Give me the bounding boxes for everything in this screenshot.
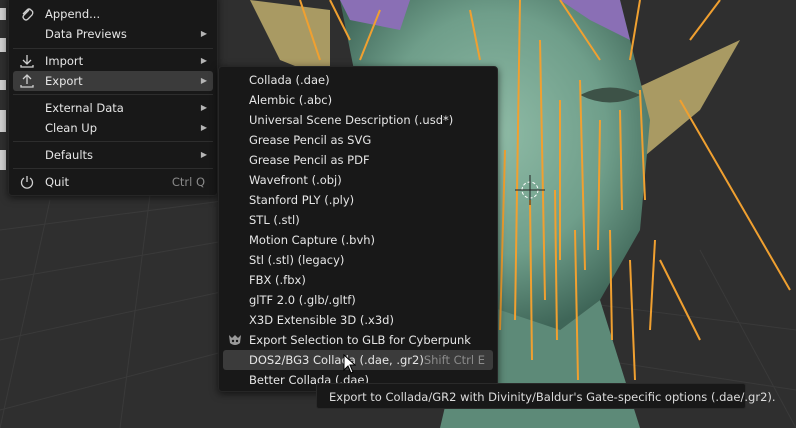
menu-item-label: Grease Pencil as SVG: [249, 133, 372, 147]
menu-item-import[interactable]: Import ▶: [13, 51, 213, 71]
menu-item-quit[interactable]: Quit Ctrl Q: [13, 172, 213, 192]
menu-item-clean-up[interactable]: Clean Up ▶: [13, 118, 213, 138]
menu-item-label: Motion Capture (.bvh): [249, 233, 376, 247]
menu-item-label: DOS2/BG3 Collada (.dae, .gr2): [249, 353, 424, 367]
submenu-arrow-icon: ▶: [200, 76, 207, 85]
menu-item-label: glTF 2.0 (.glb/.gltf): [249, 293, 356, 307]
menu-separator: [13, 48, 213, 49]
menu-item-label: Quit: [45, 175, 70, 189]
export-item-gp-svg[interactable]: Grease Pencil as SVG: [223, 130, 493, 150]
menu-item-label: Clean Up: [45, 121, 98, 135]
export-item-usd[interactable]: Universal Scene Description (.usd*): [223, 110, 493, 130]
export-item-dos2-bg3-collada[interactable]: DOS2/BG3 Collada (.dae, .gr2) Shift Ctrl…: [223, 350, 493, 370]
export-item-obj[interactable]: Wavefront (.obj): [223, 170, 493, 190]
menu-separator: [13, 141, 213, 142]
shortcut-label: Ctrl Q: [171, 175, 205, 189]
export-item-stl-legacy[interactable]: Stl (.stl) (legacy): [223, 250, 493, 270]
export-item-cyberpunk-glb[interactable]: Export Selection to GLB for Cyberpunk: [223, 330, 493, 350]
menu-item-label: Wavefront (.obj): [249, 173, 342, 187]
import-icon: [19, 53, 35, 69]
menu-item-export[interactable]: Export ▶: [13, 71, 213, 91]
menu-item-label: X3D Extensible 3D (.x3d): [249, 313, 394, 327]
menu-separator: [13, 168, 213, 169]
export-item-gp-pdf[interactable]: Grease Pencil as PDF: [223, 150, 493, 170]
menu-item-label: FBX (.fbx): [249, 273, 306, 287]
power-icon: [19, 174, 35, 190]
tooltip: Export to Collada/GR2 with Divinity/Bald…: [316, 383, 776, 409]
file-menu: Append... Data Previews ▶ Import ▶ Expor…: [8, 0, 218, 196]
shortcut-label: Shift Ctrl E: [423, 353, 485, 367]
menu-item-external-data[interactable]: External Data ▶: [13, 98, 213, 118]
menu-item-label: Grease Pencil as PDF: [249, 153, 370, 167]
menu-item-label: Universal Scene Description (.usd*): [249, 113, 454, 127]
export-item-ply[interactable]: Stanford PLY (.ply): [223, 190, 493, 210]
export-submenu: Collada (.dae) Alembic (.abc) Universal …: [218, 66, 498, 392]
export-item-collada[interactable]: Collada (.dae): [223, 70, 493, 90]
cyberpunk-icon: [227, 332, 243, 348]
menu-item-label: Export: [45, 74, 83, 88]
menu-item-label: STL (.stl): [249, 213, 300, 227]
tooltip-text: Export to Collada/GR2 with Divinity/Bald…: [329, 390, 776, 404]
menu-separator: [13, 94, 213, 95]
menu-item-label: Defaults: [45, 148, 94, 162]
menu-item-label: Stl (.stl) (legacy): [249, 253, 345, 267]
export-item-alembic[interactable]: Alembic (.abc): [223, 90, 493, 110]
menu-item-label: Export Selection to GLB for Cyberpunk: [249, 333, 471, 347]
export-icon: [19, 73, 35, 89]
submenu-arrow-icon: ▶: [200, 56, 207, 65]
menu-item-label: Alembic (.abc): [249, 93, 333, 107]
menu-item-label: Stanford PLY (.ply): [249, 193, 355, 207]
menu-item-label: Data Previews: [45, 27, 127, 41]
submenu-arrow-icon: ▶: [200, 150, 207, 159]
menu-item-defaults[interactable]: Defaults ▶: [13, 145, 213, 165]
export-item-bvh[interactable]: Motion Capture (.bvh): [223, 230, 493, 250]
menu-item-label: Import: [45, 54, 84, 68]
menu-item-append[interactable]: Append...: [13, 4, 213, 24]
export-item-fbx[interactable]: FBX (.fbx): [223, 270, 493, 290]
menu-item-label: Append...: [45, 7, 101, 21]
mouse-pointer-icon: [343, 353, 357, 374]
submenu-arrow-icon: ▶: [200, 103, 207, 112]
submenu-arrow-icon: ▶: [200, 123, 207, 132]
menu-item-label: Collada (.dae): [249, 73, 330, 87]
export-item-gltf[interactable]: glTF 2.0 (.glb/.gltf): [223, 290, 493, 310]
toolbar-strip[interactable]: [0, 0, 8, 200]
menu-item-label: External Data: [45, 101, 124, 115]
paperclip-icon: [19, 6, 35, 22]
export-item-x3d[interactable]: X3D Extensible 3D (.x3d): [223, 310, 493, 330]
submenu-arrow-icon: ▶: [200, 29, 207, 38]
export-item-stl[interactable]: STL (.stl): [223, 210, 493, 230]
menu-item-data-previews[interactable]: Data Previews ▶: [13, 24, 213, 44]
